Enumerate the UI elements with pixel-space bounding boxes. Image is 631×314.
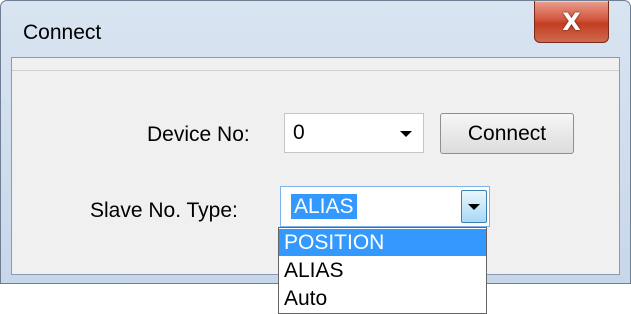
divider — [12, 70, 619, 71]
slave-no-type-label: Slave No. Type: — [90, 199, 238, 222]
title-bar[interactable]: Connect X — [1, 1, 630, 57]
slave-no-type-value: ALIAS — [291, 194, 357, 219]
dropdown-option-auto[interactable]: Auto — [279, 285, 486, 312]
dropdown-option-alias[interactable]: ALIAS — [279, 257, 486, 284]
dropdown-option-position[interactable]: POSITION — [279, 229, 486, 256]
slave-no-type-dropdown-list: POSITION ALIAS Auto — [278, 227, 487, 314]
window-title: Connect — [23, 21, 102, 44]
connect-button[interactable]: Connect — [440, 113, 574, 154]
chevron-down-icon[interactable] — [400, 131, 412, 137]
device-no-combobox[interactable]: 0 — [284, 113, 424, 153]
device-no-value: 0 — [293, 121, 305, 144]
close-icon: X — [562, 7, 581, 36]
chevron-down-icon — [468, 204, 480, 210]
slave-no-type-combobox[interactable]: ALIAS — [280, 186, 490, 227]
close-button[interactable]: X — [534, 1, 609, 43]
dropdown-toggle-button[interactable] — [461, 190, 487, 223]
device-no-label: Device No: — [147, 123, 250, 146]
